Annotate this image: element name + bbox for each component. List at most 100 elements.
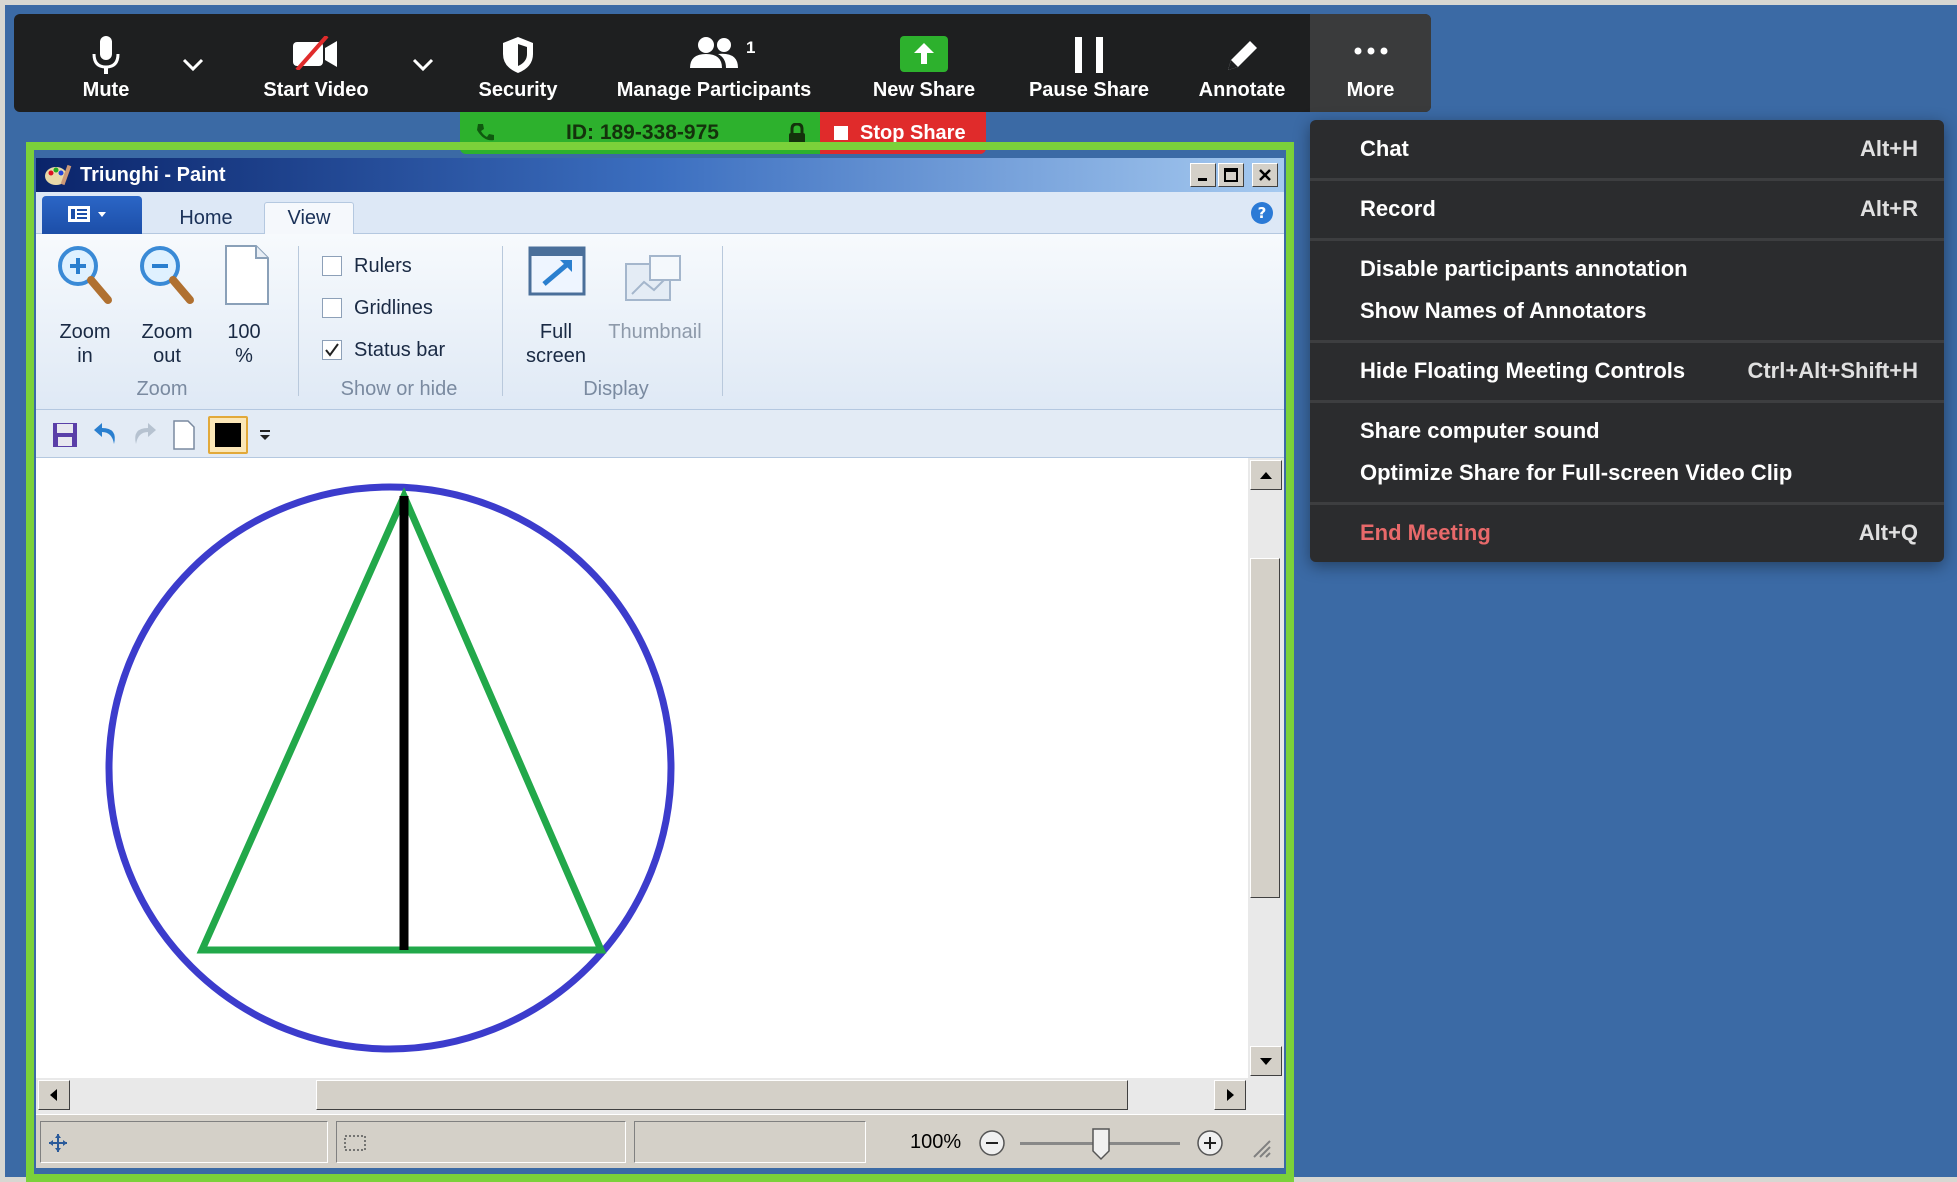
arrow-left-icon [50, 1089, 57, 1101]
manage-participants-button[interactable]: 1 Manage Participants [596, 14, 832, 112]
zoom-slider-thumb[interactable] [1090, 1127, 1112, 1161]
scroll-right-button[interactable] [1214, 1080, 1246, 1110]
menu-divider [1310, 502, 1944, 505]
security-button[interactable]: Security [462, 14, 574, 112]
ribbon-separator [502, 246, 503, 396]
scroll-up-button[interactable] [1250, 460, 1282, 490]
menu-item-end-meeting[interactable]: End Meeting Alt+Q [1310, 520, 1944, 546]
statusbar-label: Status bar [354, 339, 446, 361]
group-display-label: Display [583, 378, 649, 400]
scroll-left-button[interactable] [38, 1080, 70, 1110]
full-screen-icon [528, 246, 586, 296]
save-icon[interactable] [52, 422, 78, 448]
phone-icon [477, 124, 494, 141]
menu-item-label: Hide Floating Meeting Controls [1360, 358, 1686, 383]
microphone-icon [92, 36, 120, 74]
thumbnail-button: Thumbnail [600, 244, 710, 364]
menu-item-show-annotator-names[interactable]: Show Names of Annotators [1310, 298, 1944, 324]
paint-menu-button[interactable] [42, 196, 142, 234]
annotate-button[interactable]: Annotate [1182, 14, 1302, 112]
maximize-button[interactable] [1218, 163, 1244, 187]
menu-item-shortcut: Alt+H [1859, 136, 1918, 161]
paint-titlebar: Triunghi - Paint [36, 158, 1284, 192]
gridlines-checkbox[interactable] [322, 298, 342, 318]
close-button[interactable] [1252, 163, 1278, 187]
menu-item-record[interactable]: Record Alt+R [1310, 196, 1944, 222]
zoom-out-small-icon[interactable] [978, 1129, 1006, 1157]
new-page-icon[interactable] [172, 420, 196, 450]
menu-item-hide-floating-controls[interactable]: Hide Floating Meeting Controls Ctrl+Alt+S… [1310, 358, 1944, 384]
rulers-label: Rulers [354, 255, 412, 277]
menu-divider [1310, 340, 1944, 343]
mute-label: Mute [82, 79, 130, 101]
redo-icon[interactable] [130, 420, 158, 448]
zoom-in-button[interactable]: Zoom in [48, 244, 122, 367]
more-label: More [1346, 79, 1395, 101]
pause-share-button[interactable]: Pause Share [1014, 14, 1164, 112]
arrow-down-icon [1260, 1058, 1272, 1065]
thumbnail-icon [625, 255, 681, 301]
menu-item-shortcut: Ctrl+Alt+Shift+H [1747, 358, 1918, 383]
menu-item-chat[interactable]: Chat Alt+H [1310, 136, 1944, 162]
group-show-hide-label: Show or hide [340, 378, 458, 400]
manage-participants-label: Manage Participants [616, 79, 812, 101]
zoom-in-small-icon[interactable] [1196, 1129, 1224, 1157]
customize-qat-icon[interactable] [258, 428, 272, 442]
full-screen-button[interactable]: Full screen [516, 244, 596, 367]
menu-item-label: Show Names of Annotators [1360, 298, 1647, 323]
mute-button[interactable]: Mute [58, 14, 154, 112]
arrow-up-icon [1260, 472, 1272, 479]
group-zoom-label: Zoom [136, 378, 188, 400]
minimize-button[interactable] [1190, 163, 1216, 187]
ribbon-separator [722, 246, 723, 396]
pause-share-label: Pause Share [1028, 79, 1150, 101]
hundred-label-1: 100 [227, 321, 261, 343]
cursor-position-cell [40, 1121, 328, 1163]
zoom-out-icon [140, 246, 194, 304]
vertical-scroll-thumb[interactable] [1250, 558, 1280, 898]
tab-view[interactable]: View [264, 202, 354, 234]
ribbon-tabs: Home View ? [36, 192, 1284, 234]
scroll-down-button[interactable] [1250, 1046, 1282, 1076]
paint-title: Triunghi - Paint [80, 163, 226, 186]
thumbnail-label: Thumbnail [608, 321, 702, 343]
zoom-out-label-1: Zoom [141, 321, 193, 343]
statusbar-checkbox[interactable] [322, 340, 342, 360]
zoom-in-label-1: Zoom [59, 321, 111, 343]
zoom-out-button[interactable]: Zoom out [130, 244, 204, 367]
menu-item-shortcut: Alt+Q [1858, 520, 1918, 545]
color-swatch-button[interactable] [208, 416, 248, 454]
full-screen-label-2: screen [525, 345, 587, 367]
resize-grip-icon[interactable] [1250, 1137, 1272, 1159]
zoom-out-label-2: out [153, 345, 181, 367]
menu-item-label: Chat [1360, 136, 1409, 161]
menu-item-label: End Meeting [1360, 520, 1491, 545]
paint-canvas[interactable] [36, 458, 1248, 1078]
arrow-right-icon [1227, 1089, 1234, 1101]
hundred-percent-button[interactable]: 100% [212, 244, 276, 367]
participants-icon [690, 37, 738, 68]
paint-app-icon [45, 164, 72, 186]
start-video-button[interactable]: Start Video [246, 14, 386, 112]
more-button[interactable]: More [1310, 14, 1431, 112]
drawing [105, 483, 675, 1053]
menu-item-label: Optimize Share for Full-screen Video Cli… [1360, 460, 1793, 485]
rulers-checkbox[interactable] [322, 256, 342, 276]
menu-item-label: Share computer sound [1360, 418, 1600, 443]
tab-home[interactable]: Home [156, 202, 256, 234]
new-share-button[interactable]: New Share [854, 14, 994, 112]
minimize-icon [1198, 178, 1207, 181]
more-menu: Chat Alt+H Record Alt+R Disable participan… [1310, 120, 1944, 562]
menu-divider [1310, 178, 1944, 181]
menu-item-share-computer-sound[interactable]: Share computer sound [1310, 418, 1944, 444]
help-icon[interactable]: ? [1250, 201, 1274, 225]
chevron-down-icon[interactable] [182, 58, 204, 72]
menu-item-label: Record [1360, 196, 1436, 221]
undo-icon[interactable] [92, 420, 120, 448]
menu-item-disable-annotation[interactable]: Disable participants annotation [1310, 256, 1944, 282]
menu-item-optimize-video[interactable]: Optimize Share for Full-screen Video Cli… [1310, 460, 1944, 486]
shield-icon [503, 37, 533, 73]
chevron-down-icon[interactable] [412, 58, 434, 72]
horizontal-scroll-thumb[interactable] [316, 1080, 1128, 1110]
selection-icon [344, 1135, 366, 1151]
